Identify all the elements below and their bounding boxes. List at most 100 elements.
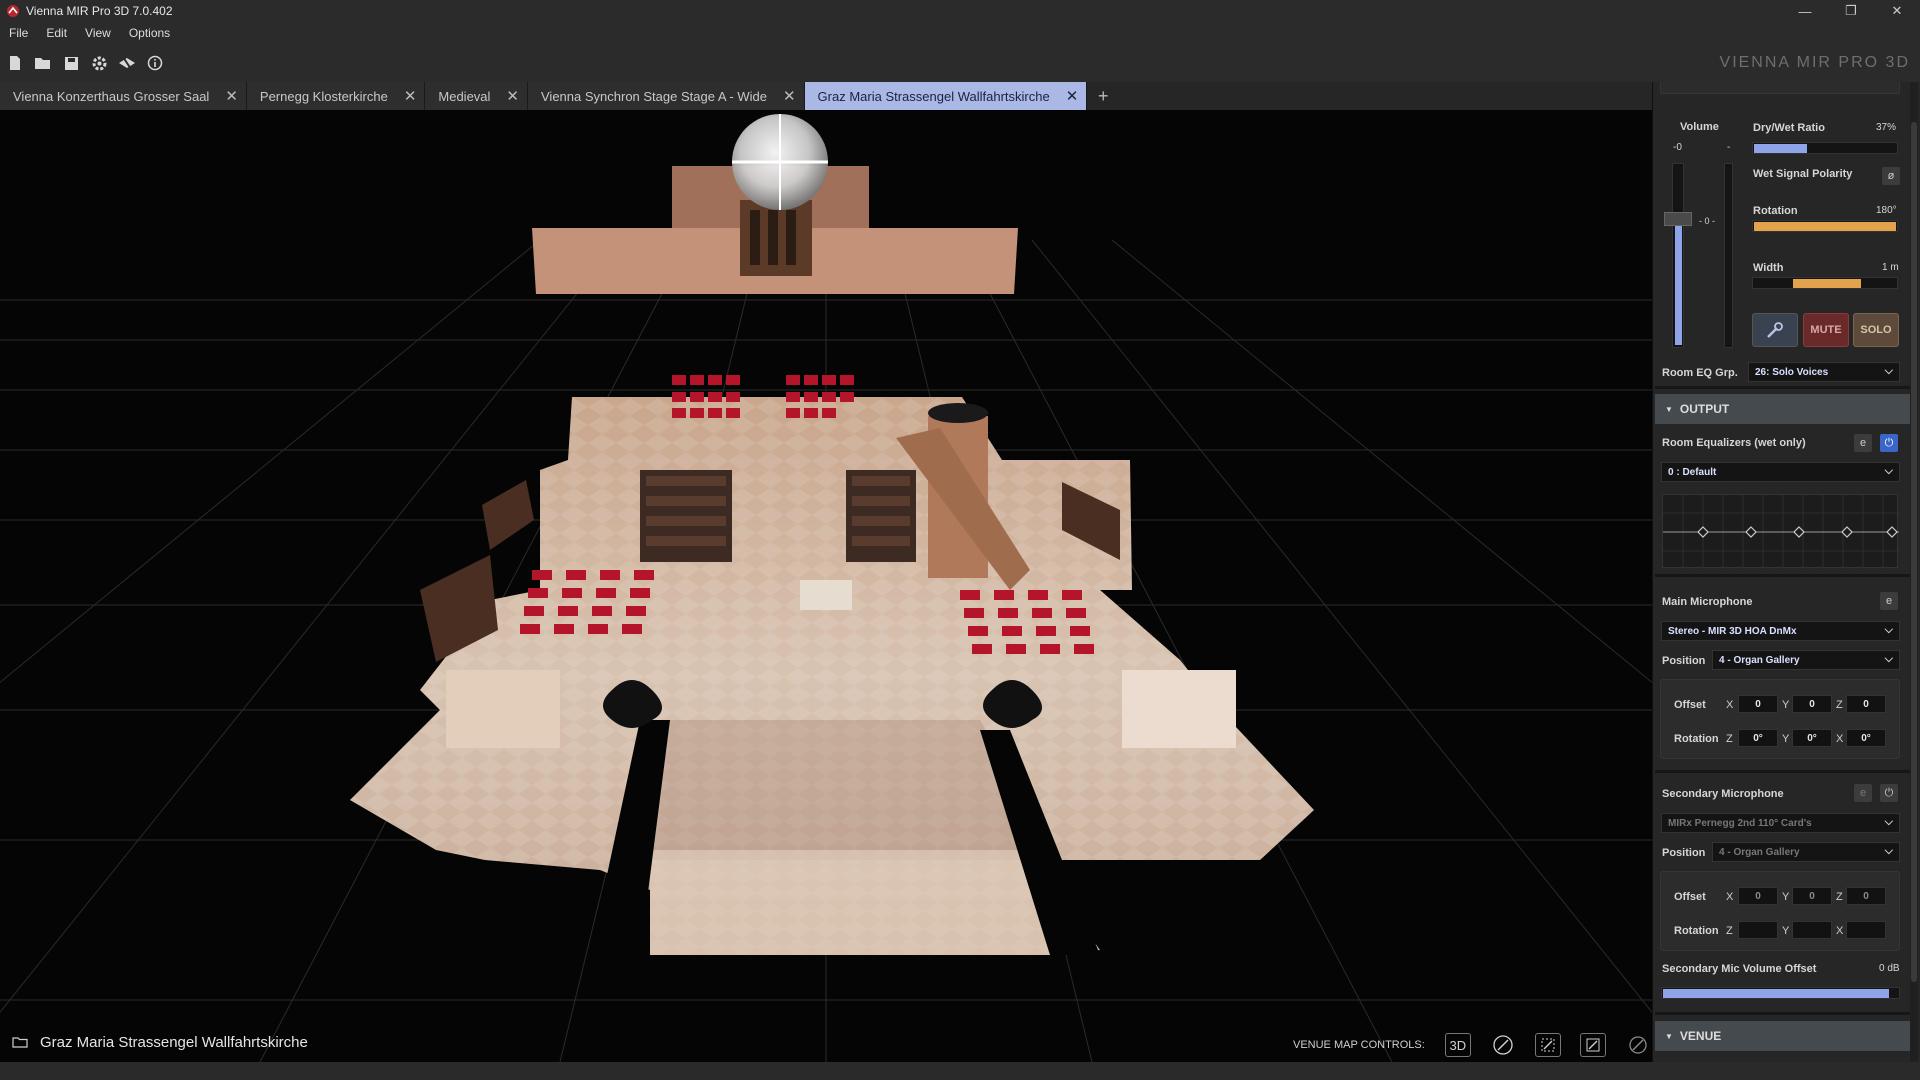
width-slider[interactable]: [1752, 277, 1898, 289]
section-separator: [1655, 770, 1910, 773]
secondary-rotation-z-input[interactable]: [1738, 921, 1778, 939]
main-rotation-z-input[interactable]: 0°: [1738, 729, 1778, 747]
tab-medieval[interactable]: Medieval ✕: [425, 82, 528, 110]
volume-fader-handle[interactable]: [1664, 212, 1692, 226]
secondary-mic-select[interactable]: MIRx Pernegg 2nd 110° Card's ⌵: [1661, 813, 1900, 833]
polarity-invert-button[interactable]: ø: [1882, 167, 1900, 185]
output-section-header[interactable]: ▼ OUTPUT: [1655, 394, 1910, 424]
dry-wet-slider[interactable]: [1752, 142, 1898, 154]
main-offset-x-input[interactable]: 0: [1738, 695, 1778, 713]
main-offset-y-input[interactable]: 0: [1792, 695, 1832, 713]
secondary-volume-fill: [1663, 989, 1889, 998]
main-rotation-y-input[interactable]: 0°: [1792, 729, 1832, 747]
mute-button[interactable]: MUTE: [1803, 313, 1849, 347]
solo-button[interactable]: SOLO: [1853, 313, 1899, 347]
main-mic-select[interactable]: Stereo - MIR 3D HOA DnMx ⌵: [1661, 621, 1900, 641]
venue-map-controls: VENUE MAP CONTROLS: 3D: [1293, 1033, 1670, 1057]
secondary-offset-z-input[interactable]: 0: [1846, 887, 1886, 905]
altar-table: [800, 580, 852, 610]
zoom-region-icon[interactable]: [1579, 1033, 1606, 1057]
room-eq-edit-button[interactable]: e: [1854, 434, 1872, 452]
main-offset-label: Offset: [1674, 699, 1706, 711]
main-rotation-x-input[interactable]: 0°: [1846, 729, 1886, 747]
room-eq-preset-select[interactable]: 0 : Default ⌵: [1661, 462, 1900, 482]
collapse-triangle-icon: ▼: [1665, 404, 1673, 414]
close-tab-icon[interactable]: ✕: [404, 87, 417, 105]
rotation-value: 180°: [1876, 205, 1897, 216]
tab-pernegg-klosterkirche[interactable]: Pernegg Klosterkirche ✕: [246, 82, 426, 110]
axis-x-label: X: [1836, 733, 1844, 745]
dry-wet-fill: [1754, 144, 1807, 153]
menu-edit[interactable]: Edit: [37, 26, 76, 40]
secondary-mic-position-select[interactable]: 4 - Organ Gallery ⌵: [1712, 842, 1900, 862]
zoom-fit-icon[interactable]: [1490, 1033, 1516, 1057]
close-button[interactable]: ✕: [1874, 0, 1920, 22]
tab-vienna-synchron-stage[interactable]: Vienna Synchron Stage Stage A - Wide ✕: [528, 82, 805, 110]
reset-view-icon[interactable]: [1625, 1033, 1651, 1057]
menu-file[interactable]: File: [0, 26, 37, 40]
restore-button[interactable]: ❐: [1828, 0, 1874, 22]
chevron-down-icon: ⌵: [1884, 624, 1893, 636]
tab-vienna-konzerthaus[interactable]: Vienna Konzerthaus Grosser Saal ✕: [0, 82, 247, 110]
close-tab-icon[interactable]: ✕: [225, 87, 238, 105]
width-fill: [1793, 279, 1861, 288]
axis-x-label: X: [1836, 925, 1844, 937]
venue-section-header[interactable]: ▼ VENUE: [1655, 1021, 1910, 1051]
open-folder-icon[interactable]: [29, 49, 57, 77]
tab-graz-maria-strassengel[interactable]: Graz Maria Strassengel Wallfahrtskirche ✕: [804, 82, 1088, 110]
rotation-slider[interactable]: [1752, 220, 1898, 232]
axis-z-label: Z: [1726, 733, 1733, 745]
window-title: Vienna MIR Pro 3D 7.0.402: [26, 4, 173, 18]
eq-curve-display[interactable]: [1662, 494, 1899, 569]
panel-scrollbar[interactable]: [1910, 82, 1918, 1062]
link-settings-button[interactable]: [1752, 313, 1798, 347]
axis-x-label: X: [1726, 699, 1734, 711]
main-mic-value: Stereo - MIR 3D HOA DnMx: [1668, 625, 1797, 637]
secondary-mic-value: MIRx Pernegg 2nd 110° Card's: [1668, 817, 1812, 829]
room-eq-grp-label: Room EQ Grp.: [1662, 367, 1738, 379]
settings-icon[interactable]: [85, 49, 113, 77]
minimize-button[interactable]: —: [1782, 0, 1828, 22]
volume-fader-track[interactable]: [1672, 163, 1684, 348]
secondary-rotation-y-input[interactable]: [1792, 921, 1832, 939]
add-tab-button[interactable]: +: [1087, 82, 1119, 110]
rotation-label: Rotation: [1753, 205, 1798, 217]
close-tab-icon[interactable]: ✕: [1066, 87, 1079, 105]
title-bar: Vienna MIR Pro 3D 7.0.402 — ❐ ✕: [0, 0, 1920, 22]
brand-label: VIENNA MIR PRO 3D: [1719, 54, 1910, 71]
secondary-mic-power-button[interactable]: ⏻: [1880, 784, 1898, 802]
secondary-rotation-x-input[interactable]: [1846, 921, 1886, 939]
menu-view[interactable]: View: [76, 26, 120, 40]
map-controls-label: VENUE MAP CONTROLS:: [1293, 1039, 1425, 1051]
save-icon[interactable]: [57, 49, 85, 77]
secondary-mic-edit-button[interactable]: e: [1854, 784, 1872, 802]
main-mic-position-label: Position: [1662, 655, 1706, 667]
close-tab-icon[interactable]: ✕: [506, 87, 519, 105]
chevron-down-icon: ⌵: [1884, 845, 1893, 857]
room-eq-power-button[interactable]: ⏻: [1880, 434, 1898, 452]
secondary-offset-x-input[interactable]: 0: [1738, 887, 1778, 905]
volume-readout: - 0 -: [1699, 216, 1716, 226]
main-mic-position-value: 4 - Organ Gallery: [1719, 654, 1800, 666]
zoom-selection-icon[interactable]: [1534, 1033, 1561, 1057]
secondary-offset-y-input[interactable]: 0: [1792, 887, 1832, 905]
info-icon[interactable]: [141, 49, 169, 77]
main-mic-position-select[interactable]: 4 - Organ Gallery ⌵: [1712, 650, 1900, 670]
axis-y-label: Y: [1782, 925, 1790, 937]
venue-header-label: VENUE: [1679, 1029, 1722, 1043]
menu-options[interactable]: Options: [120, 26, 179, 40]
main-offset-z-input[interactable]: 0: [1846, 695, 1886, 713]
secondary-mic-transform-group: [1660, 871, 1900, 951]
new-file-icon[interactable]: [1, 49, 29, 77]
folder-icon[interactable]: [12, 1035, 28, 1051]
main-mic-edit-button[interactable]: e: [1880, 592, 1898, 610]
plugin-icon[interactable]: [113, 49, 141, 77]
3d-view-button[interactable]: 3D: [1444, 1033, 1471, 1057]
scrollbar-thumb[interactable]: [1911, 122, 1917, 982]
collapse-triangle-icon: ▼: [1665, 1031, 1673, 1041]
tab-label: Medieval: [438, 88, 491, 104]
close-tab-icon[interactable]: ✕: [783, 87, 796, 105]
room-eq-grp-select[interactable]: 26: Solo Voices ⌵: [1748, 362, 1900, 382]
venue-3d-view[interactable]: [0, 110, 1652, 1062]
secondary-volume-slider[interactable]: [1661, 987, 1900, 999]
